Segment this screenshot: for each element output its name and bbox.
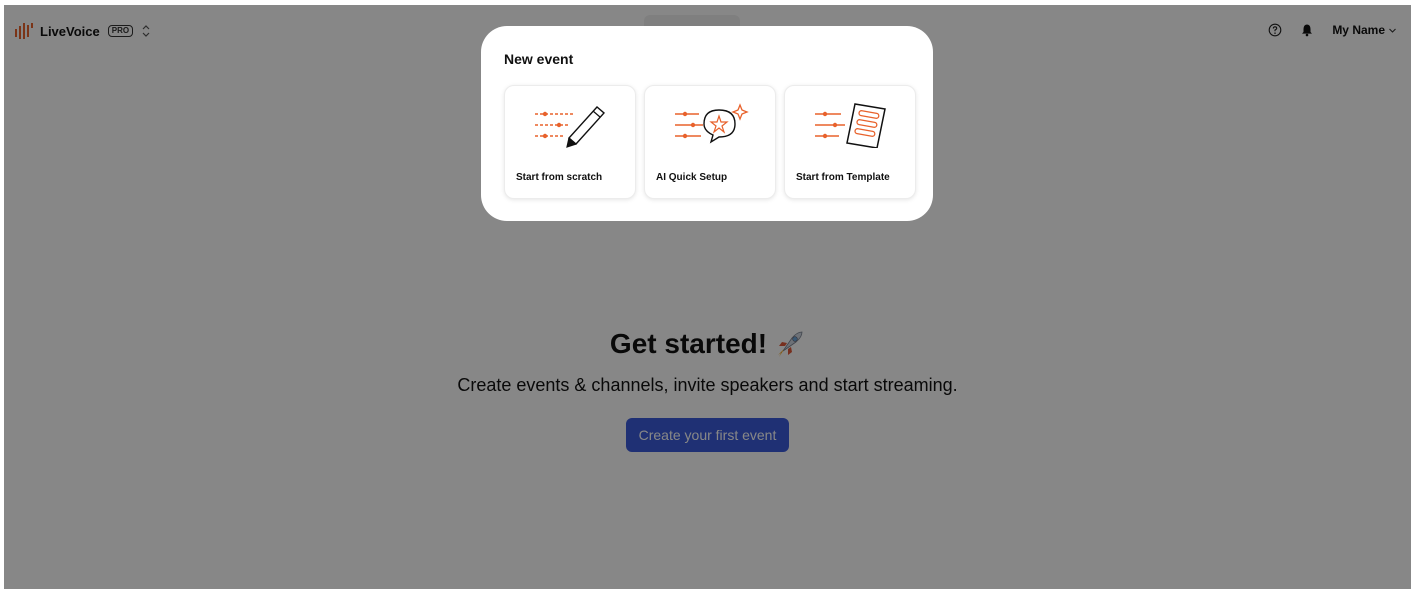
option-label: Start from scratch: [516, 172, 603, 183]
new-event-modal: New event Start from scratch AI Quick Se…: [481, 26, 933, 221]
option-label: AI Quick Setup: [656, 172, 728, 183]
option-start-from-scratch[interactable]: Start from scratch: [504, 85, 636, 199]
app-window: LiveVoice PRO My Name Get started! Creat…: [4, 5, 1411, 589]
option-ai-quick-setup[interactable]: AI Quick Setup: [644, 85, 776, 199]
template-document-illustration-icon: [815, 103, 886, 148]
option-label: Start from Template: [796, 172, 890, 183]
ai-speech-bubble-illustration-icon: [675, 103, 749, 144]
pencil-list-illustration-icon: [535, 106, 606, 148]
new-event-options: Start from scratch AI Quick Setup Start …: [504, 85, 916, 199]
modal-title: New event: [504, 51, 574, 67]
option-start-from-template[interactable]: Start from Template: [784, 85, 916, 199]
